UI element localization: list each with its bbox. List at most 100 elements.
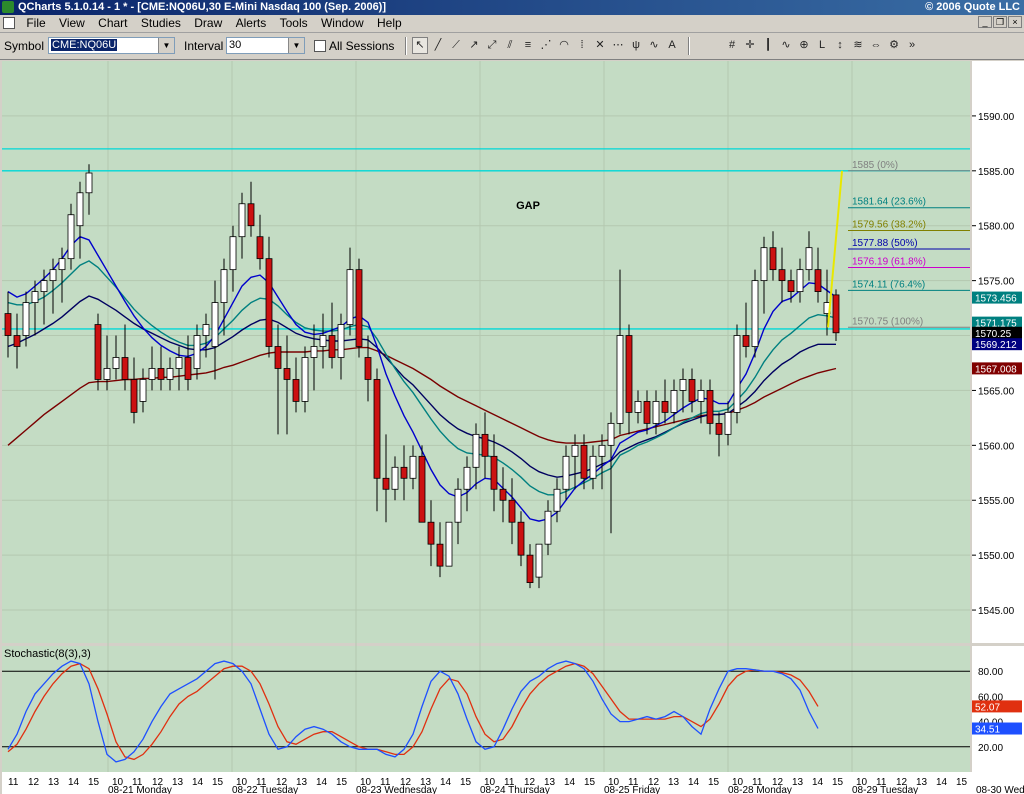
close-icon[interactable]: ×	[1008, 16, 1022, 28]
text-annotation-icon[interactable]: A	[664, 37, 680, 54]
candle-body	[202, 324, 210, 336]
crosshair-icon[interactable]: ✛	[742, 37, 758, 54]
zoom-icon[interactable]: ⊕	[796, 37, 812, 54]
candle-body	[283, 368, 291, 380]
candle-body	[679, 379, 687, 391]
hour-label: 15	[584, 777, 596, 788]
candle-body	[598, 444, 606, 457]
price-tick-label: 1555.00	[978, 496, 1015, 507]
candle-body	[67, 214, 75, 260]
candle-body	[616, 335, 624, 424]
candle-body	[625, 335, 633, 413]
interval-combobox[interactable]: 30 ▼	[226, 37, 305, 54]
chart-area[interactable]: 1585 (0%) 1581.64 (23.6%) 1579.56 (38.2%) 1…	[0, 60, 1024, 794]
indicator-icon[interactable]: ≋	[850, 37, 866, 54]
candle-body	[328, 335, 336, 358]
stochastic-label: Stochastic(8(3),3)	[4, 648, 91, 660]
extended-line-icon[interactable]: ⤢	[484, 37, 500, 54]
fib-level-label: 1585 (0%)	[852, 160, 898, 171]
speed-line-icon[interactable]: ⋯	[610, 37, 626, 54]
chevron-down-icon[interactable]: ▼	[158, 38, 174, 53]
restore-icon[interactable]: ❐	[993, 16, 1007, 28]
candle-body	[85, 172, 93, 194]
cycle-icon[interactable]: ∿	[646, 37, 662, 54]
fib-arc-icon[interactable]: ◠	[556, 37, 572, 54]
candle[interactable]	[94, 313, 102, 391]
candle-body	[670, 390, 678, 413]
menu-help[interactable]: Help	[372, 15, 407, 32]
fib-level-label: 1581.64 (23.6%)	[852, 197, 926, 208]
hour-label: 12	[28, 777, 40, 788]
move-icon[interactable]: ⇔	[868, 37, 884, 54]
properties-icon[interactable]: ⚙	[886, 37, 902, 54]
candle-body	[715, 422, 723, 435]
toolbar-separator	[405, 37, 407, 55]
candle-body	[544, 510, 552, 545]
price-tick-label: 1565.00	[978, 386, 1015, 397]
candle-body	[148, 368, 156, 380]
candle[interactable]	[355, 258, 363, 358]
fib-level-label: 1579.56 (38.2%)	[852, 220, 926, 231]
candle-body	[508, 499, 516, 523]
symbol-value: CME:NQ06U	[51, 39, 118, 51]
price-tag-label: 1573.456	[975, 294, 1017, 305]
line-icon[interactable]: ╱	[430, 37, 446, 54]
menu-tools[interactable]: Tools	[275, 15, 313, 32]
fibonacci-icon[interactable]: ≡	[520, 37, 536, 54]
candle-body	[463, 466, 471, 490]
all-sessions-checkbox[interactable]	[314, 40, 326, 52]
minimize-icon[interactable]: _	[978, 16, 992, 28]
candle[interactable]	[751, 269, 759, 358]
symbol-combobox[interactable]: CME:NQ06U ▼	[48, 37, 175, 54]
window-title: QCharts 5.1.0.14 - 1 * - [CME:NQ06U,30 E…	[18, 1, 387, 13]
menu-window[interactable]: Window	[316, 15, 369, 32]
candle-body	[382, 477, 390, 490]
fib-fan-icon[interactable]: ⋰	[538, 37, 554, 54]
gann-icon[interactable]: ✕	[592, 37, 608, 54]
log-scale-icon[interactable]: L	[814, 37, 830, 54]
price-tick-label: 1545.00	[978, 606, 1015, 617]
hour-label: 13	[668, 777, 680, 788]
candle[interactable]	[418, 445, 426, 523]
candle-body	[418, 455, 426, 523]
stochastic-pane[interactable]	[2, 646, 970, 772]
cursor-arrow-icon[interactable]: ↖	[412, 37, 428, 54]
candle-body	[94, 324, 102, 380]
menu-studies[interactable]: Studies	[136, 15, 186, 32]
price-tick-label: 1575.00	[978, 277, 1015, 288]
fib-time-icon[interactable]: ⁞	[574, 37, 590, 54]
candle-body	[391, 466, 399, 490]
candle-body	[445, 521, 453, 567]
candle-icon[interactable]: ┃	[760, 37, 776, 54]
app-icon	[2, 1, 14, 13]
hour-label: 15	[336, 777, 348, 788]
menu-draw[interactable]: Draw	[189, 15, 227, 32]
hour-label: 15	[708, 777, 720, 788]
candle-body	[697, 390, 705, 402]
all-sessions-label: All Sessions	[329, 39, 395, 53]
price-tag-label: 1567.008	[975, 364, 1017, 375]
channel-icon[interactable]: ⫽	[502, 37, 518, 54]
document-icon[interactable]	[3, 17, 15, 29]
candle-body	[805, 247, 813, 271]
trendline-icon[interactable]: ⟋	[448, 37, 464, 54]
candle[interactable]	[445, 521, 453, 567]
ray-icon[interactable]: ↗	[466, 37, 482, 54]
line-chart-icon[interactable]: ∿	[778, 37, 794, 54]
candle-body	[130, 379, 138, 413]
chevron-down-icon[interactable]: ▼	[288, 38, 304, 53]
stochastic-d-value: 52.07	[975, 702, 1000, 713]
andrews-pitchfork-icon[interactable]: ψ	[628, 37, 644, 54]
fib-level-label: 1576.19 (61.8%)	[852, 257, 926, 268]
menu-chart[interactable]: Chart	[93, 15, 132, 32]
menu-alerts[interactable]: Alerts	[231, 15, 272, 32]
grid-icon[interactable]: #	[724, 37, 740, 54]
candle-body	[526, 554, 534, 584]
hour-label: 15	[832, 777, 844, 788]
menu-view[interactable]: View	[54, 15, 90, 32]
price-tick-label: 1580.00	[978, 222, 1015, 233]
more-icon[interactable]: »	[904, 37, 920, 54]
menu-file[interactable]: File	[21, 15, 50, 32]
candle[interactable]	[733, 324, 741, 424]
scale-icon[interactable]: ↕	[832, 37, 848, 54]
